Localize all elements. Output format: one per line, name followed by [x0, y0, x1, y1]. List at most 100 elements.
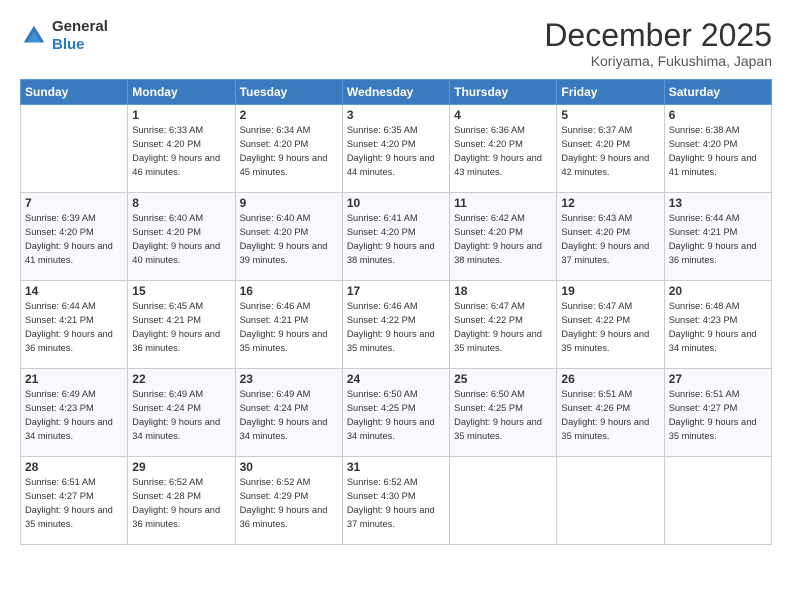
- day-number: 17: [347, 284, 445, 298]
- day-info: Sunrise: 6:46 AMSunset: 4:22 PMDaylight:…: [347, 300, 445, 356]
- calendar-cell: 17 Sunrise: 6:46 AMSunset: 4:22 PMDayligh…: [342, 281, 449, 369]
- day-number: 19: [561, 284, 659, 298]
- day-info: Sunrise: 6:40 AMSunset: 4:20 PMDaylight:…: [132, 212, 230, 268]
- day-info: Sunrise: 6:44 AMSunset: 4:21 PMDaylight:…: [669, 212, 767, 268]
- day-number: 16: [240, 284, 338, 298]
- day-info: Sunrise: 6:42 AMSunset: 4:20 PMDaylight:…: [454, 212, 552, 268]
- day-number: 24: [347, 372, 445, 386]
- calendar-cell: 30Sunrise: 6:52 AMSunset: 4:29 PMDayligh…: [235, 457, 342, 545]
- calendar-cell: 29 Sunrise: 6:52 AMSunset: 4:28 PMDayligh…: [128, 457, 235, 545]
- day-number: 12: [561, 196, 659, 210]
- calendar-week-row: 1 Sunrise: 6:33 AMSunset: 4:20 PMDaylight…: [21, 105, 772, 193]
- day-info: Sunrise: 6:51 AMSunset: 4:26 PMDaylight:…: [561, 388, 659, 444]
- day-number: 10: [347, 196, 445, 210]
- calendar-cell: 11 Sunrise: 6:42 AMSunset: 4:20 PMDayligh…: [450, 193, 557, 281]
- day-info: Sunrise: 6:47 AMSunset: 4:22 PMDaylight:…: [454, 300, 552, 356]
- calendar-cell: 23Sunrise: 6:49 AMSunset: 4:24 PMDayligh…: [235, 369, 342, 457]
- calendar-cell: 15 Sunrise: 6:45 AMSunset: 4:21 PMDayligh…: [128, 281, 235, 369]
- day-number: 4: [454, 108, 552, 122]
- subtitle: Koriyama, Fukushima, Japan: [544, 53, 772, 69]
- logo: General Blue: [20, 18, 108, 54]
- day-number: 22: [132, 372, 230, 386]
- day-info: Sunrise: 6:43 AMSunset: 4:20 PMDaylight:…: [561, 212, 659, 268]
- day-number: 18: [454, 284, 552, 298]
- day-info: Sunrise: 6:36 AMSunset: 4:20 PMDaylight:…: [454, 124, 552, 180]
- calendar-cell: 2Sunrise: 6:34 AMSunset: 4:20 PMDaylight…: [235, 105, 342, 193]
- day-number: 20: [669, 284, 767, 298]
- calendar-cell: 14 Sunrise: 6:44 AMSunset: 4:21 PMDayligh…: [21, 281, 128, 369]
- day-number: 14: [25, 284, 123, 298]
- calendar-cell: 26Sunrise: 6:51 AMSunset: 4:26 PMDayligh…: [557, 369, 664, 457]
- day-number: 6: [669, 108, 767, 122]
- day-number: 5: [561, 108, 659, 122]
- day-info: Sunrise: 6:52 AMSunset: 4:30 PMDaylight:…: [347, 476, 445, 532]
- calendar-cell: 5 Sunrise: 6:37 AMSunset: 4:20 PMDaylight…: [557, 105, 664, 193]
- calendar-cell: 19 Sunrise: 6:47 AMSunset: 4:22 PMDayligh…: [557, 281, 664, 369]
- calendar-cell: 20 Sunrise: 6:48 AMSunset: 4:23 PMDayligh…: [664, 281, 771, 369]
- day-number: 23: [240, 372, 338, 386]
- weekday-header: Sunday: [21, 80, 128, 105]
- calendar-header-row: SundayMondayTuesdayWednesdayThursdayFrid…: [21, 80, 772, 105]
- day-info: Sunrise: 6:50 AMSunset: 4:25 PMDaylight:…: [454, 388, 552, 444]
- calendar-cell: 16 Sunrise: 6:46 AMSunset: 4:21 PMDayligh…: [235, 281, 342, 369]
- day-number: 27: [669, 372, 767, 386]
- calendar-cell: 21Sunrise: 6:49 AMSunset: 4:23 PMDayligh…: [21, 369, 128, 457]
- day-info: Sunrise: 6:39 AMSunset: 4:20 PMDaylight:…: [25, 212, 123, 268]
- calendar-cell: 9 Sunrise: 6:40 AMSunset: 4:20 PMDaylight…: [235, 193, 342, 281]
- calendar-cell: 28Sunrise: 6:51 AMSunset: 4:27 PMDayligh…: [21, 457, 128, 545]
- day-number: 29: [132, 460, 230, 474]
- day-info: Sunrise: 6:34 AMSunset: 4:20 PMDaylight:…: [240, 124, 338, 180]
- calendar-cell: 8 Sunrise: 6:40 AMSunset: 4:20 PMDaylight…: [128, 193, 235, 281]
- calendar-cell: 18 Sunrise: 6:47 AMSunset: 4:22 PMDayligh…: [450, 281, 557, 369]
- day-number: 8: [132, 196, 230, 210]
- calendar-cell: 31 Sunrise: 6:52 AMSunset: 4:30 PMDayligh…: [342, 457, 449, 545]
- day-info: Sunrise: 6:37 AMSunset: 4:20 PMDaylight:…: [561, 124, 659, 180]
- logo-blue: Blue: [52, 36, 108, 54]
- logo-general: General: [52, 18, 108, 36]
- calendar-cell: 12 Sunrise: 6:43 AMSunset: 4:20 PMDayligh…: [557, 193, 664, 281]
- calendar-cell: [450, 457, 557, 545]
- weekday-header: Friday: [557, 80, 664, 105]
- calendar-week-row: 14 Sunrise: 6:44 AMSunset: 4:21 PMDayligh…: [21, 281, 772, 369]
- day-info: Sunrise: 6:52 AMSunset: 4:28 PMDaylight:…: [132, 476, 230, 532]
- day-info: Sunrise: 6:52 AMSunset: 4:29 PMDaylight:…: [240, 476, 338, 532]
- day-info: Sunrise: 6:49 AMSunset: 4:24 PMDaylight:…: [132, 388, 230, 444]
- weekday-header: Wednesday: [342, 80, 449, 105]
- day-info: Sunrise: 6:40 AMSunset: 4:20 PMDaylight:…: [240, 212, 338, 268]
- day-info: Sunrise: 6:33 AMSunset: 4:20 PMDaylight:…: [132, 124, 230, 180]
- day-info: Sunrise: 6:45 AMSunset: 4:21 PMDaylight:…: [132, 300, 230, 356]
- calendar-cell: 10Sunrise: 6:41 AMSunset: 4:20 PMDayligh…: [342, 193, 449, 281]
- calendar-cell: 25 Sunrise: 6:50 AMSunset: 4:25 PMDayligh…: [450, 369, 557, 457]
- calendar-cell: 24 Sunrise: 6:50 AMSunset: 4:25 PMDayligh…: [342, 369, 449, 457]
- calendar-cell: 13 Sunrise: 6:44 AMSunset: 4:21 PMDayligh…: [664, 193, 771, 281]
- calendar-cell: 3Sunrise: 6:35 AMSunset: 4:20 PMDaylight…: [342, 105, 449, 193]
- main-title: December 2025: [544, 18, 772, 53]
- day-info: Sunrise: 6:50 AMSunset: 4:25 PMDaylight:…: [347, 388, 445, 444]
- day-number: 3: [347, 108, 445, 122]
- day-number: 1: [132, 108, 230, 122]
- day-info: Sunrise: 6:47 AMSunset: 4:22 PMDaylight:…: [561, 300, 659, 356]
- day-number: 11: [454, 196, 552, 210]
- calendar-cell: 22 Sunrise: 6:49 AMSunset: 4:24 PMDayligh…: [128, 369, 235, 457]
- day-info: Sunrise: 6:48 AMSunset: 4:23 PMDaylight:…: [669, 300, 767, 356]
- day-number: 13: [669, 196, 767, 210]
- calendar-cell: 1 Sunrise: 6:33 AMSunset: 4:20 PMDaylight…: [128, 105, 235, 193]
- day-info: Sunrise: 6:46 AMSunset: 4:21 PMDaylight:…: [240, 300, 338, 356]
- weekday-header: Saturday: [664, 80, 771, 105]
- day-number: 9: [240, 196, 338, 210]
- logo-icon: [20, 22, 48, 50]
- day-number: 15: [132, 284, 230, 298]
- calendar-table: SundayMondayTuesdayWednesdayThursdayFrid…: [20, 79, 772, 545]
- weekday-header: Thursday: [450, 80, 557, 105]
- day-info: Sunrise: 6:51 AMSunset: 4:27 PMDaylight:…: [669, 388, 767, 444]
- day-number: 25: [454, 372, 552, 386]
- day-info: Sunrise: 6:44 AMSunset: 4:21 PMDaylight:…: [25, 300, 123, 356]
- day-info: Sunrise: 6:51 AMSunset: 4:27 PMDaylight:…: [25, 476, 123, 532]
- calendar-cell: 6Sunrise: 6:38 AMSunset: 4:20 PMDaylight…: [664, 105, 771, 193]
- calendar-cell: [21, 105, 128, 193]
- calendar-week-row: 21Sunrise: 6:49 AMSunset: 4:23 PMDayligh…: [21, 369, 772, 457]
- calendar-cell: [557, 457, 664, 545]
- day-number: 31: [347, 460, 445, 474]
- weekday-header: Monday: [128, 80, 235, 105]
- title-block: December 2025 Koriyama, Fukushima, Japan: [544, 18, 772, 69]
